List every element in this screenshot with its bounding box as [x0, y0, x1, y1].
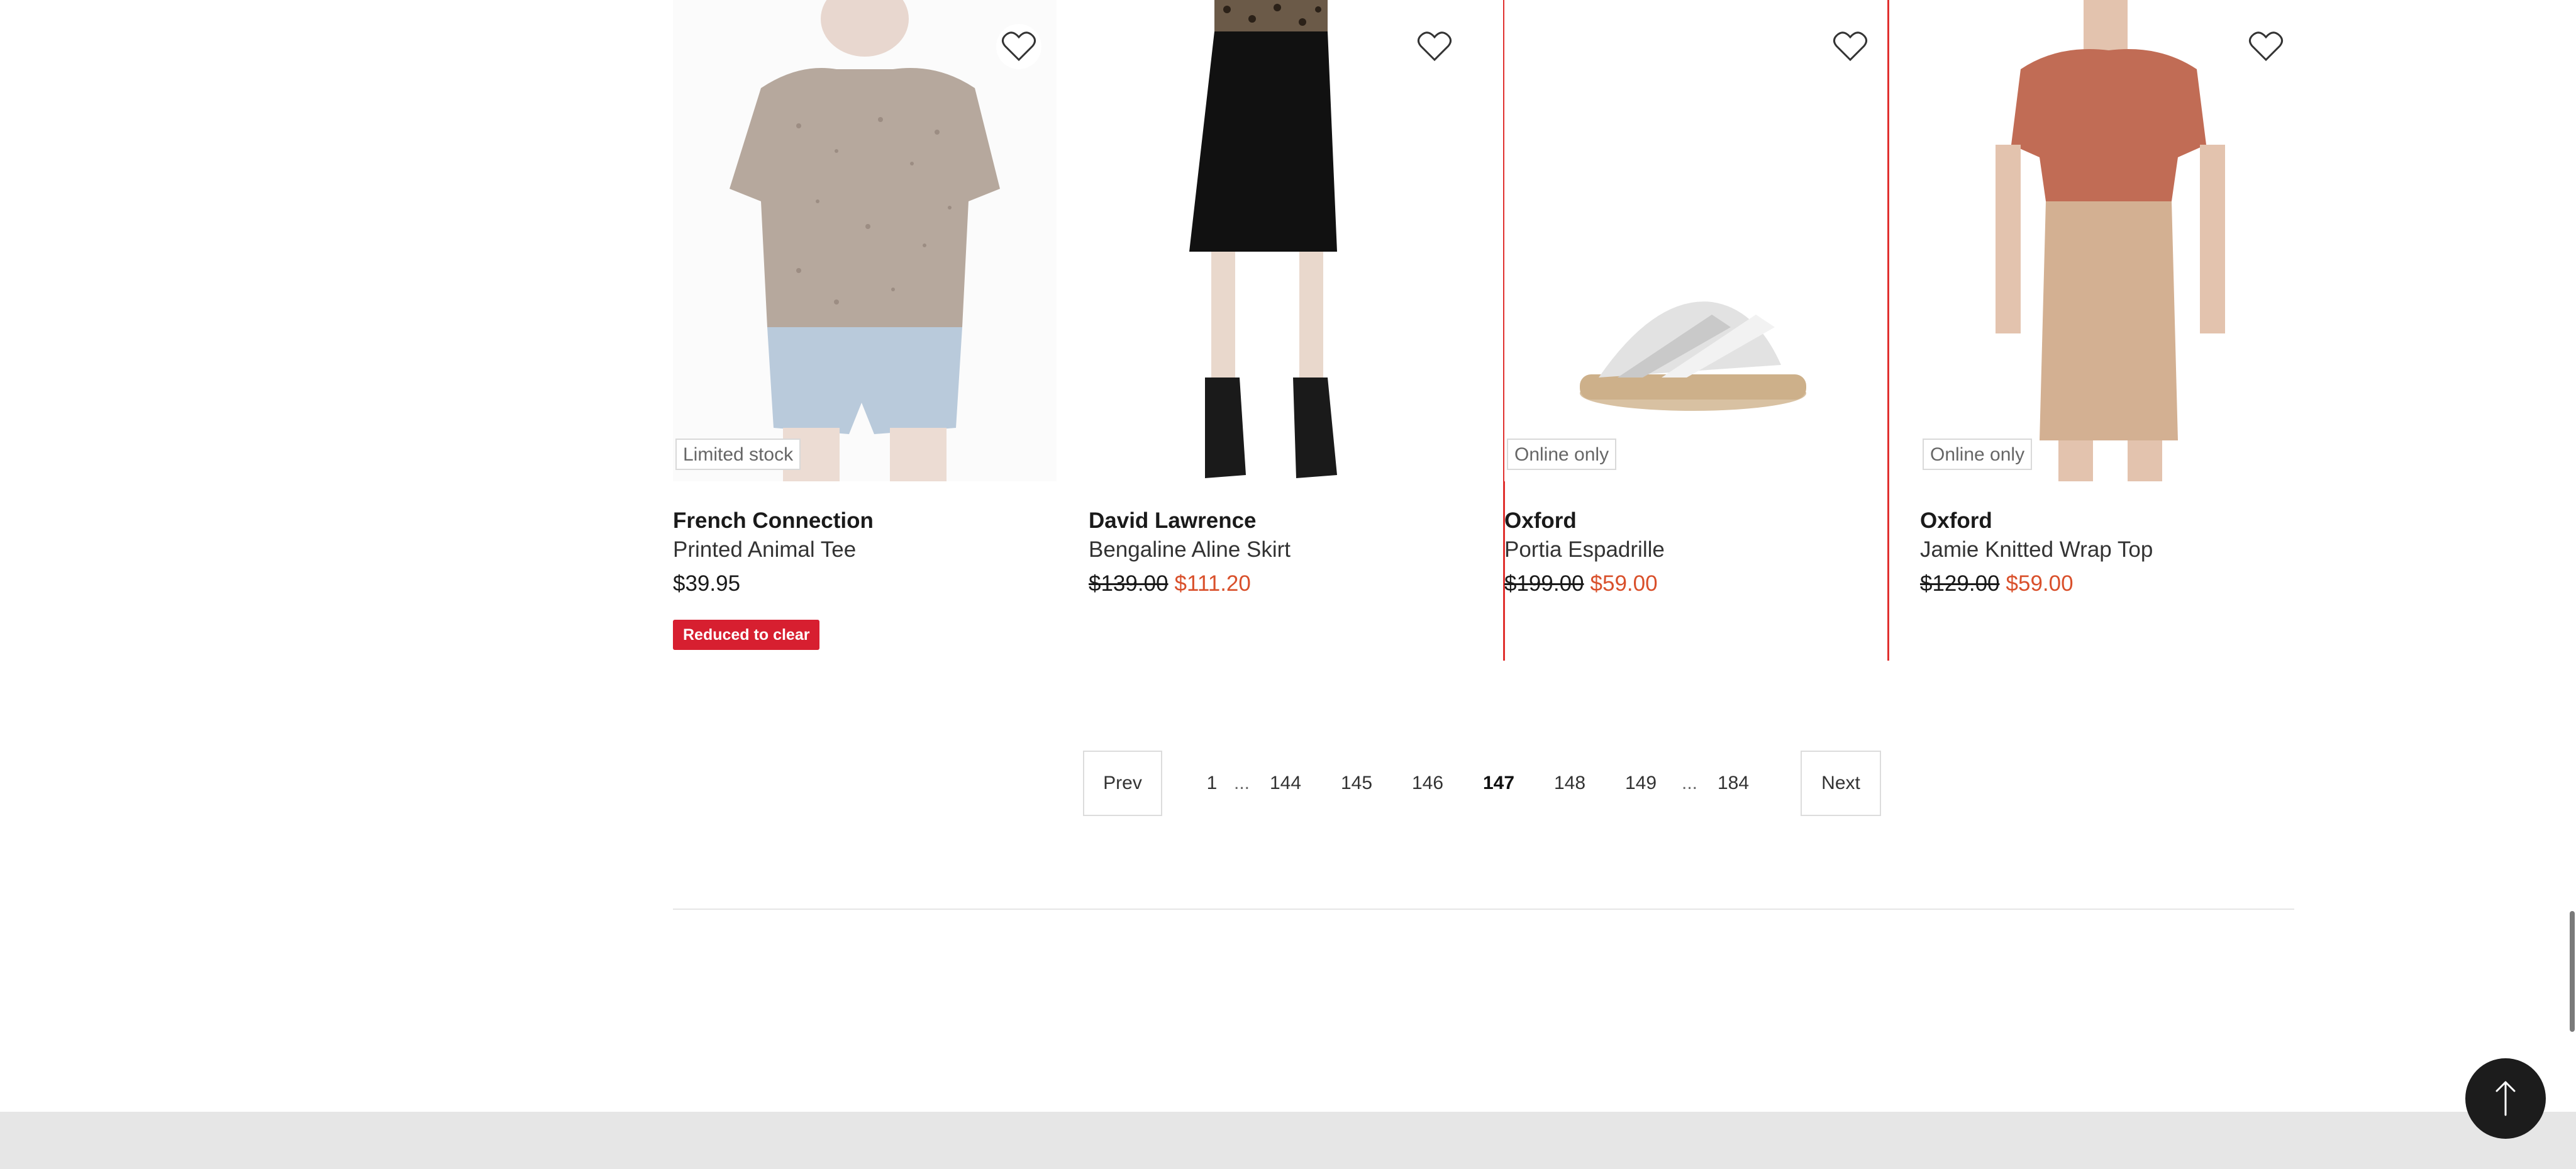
price-now: $111.20	[1174, 571, 1251, 596]
heart-icon	[1833, 31, 1867, 62]
product-name[interactable]: Printed Animal Tee	[673, 537, 856, 562]
product-brand[interactable]: Oxford	[1504, 508, 1577, 534]
price-was: $199.00	[1504, 571, 1584, 596]
page-link[interactable]: 184	[1714, 751, 1752, 816]
scrollbar[interactable]	[2567, 911, 2576, 1032]
product-price: $139.00 $111.20	[1089, 571, 1251, 596]
page-ellipsis: ...	[1234, 773, 1250, 793]
back-to-top-button[interactable]	[2465, 1058, 2546, 1139]
wishlist-button[interactable]	[1412, 24, 1457, 69]
product-image[interactable]: Online only	[1920, 0, 2304, 481]
skirt-model-image	[1089, 0, 1472, 481]
product-name[interactable]: Portia Espadrille	[1504, 537, 1665, 562]
scrollbar-thumb[interactable]	[2570, 911, 2575, 1032]
wrap-top-model-image	[1920, 0, 2304, 481]
price-regular: $39.95	[673, 571, 741, 596]
product-card[interactable]: Online only Oxford Portia Espadrille $19…	[1503, 0, 1889, 661]
page-link[interactable]: 1	[1202, 751, 1221, 816]
page-link-current[interactable]: 147	[1480, 751, 1518, 816]
page-link[interactable]: 149	[1622, 751, 1660, 816]
product-image[interactable]: Online only	[1504, 0, 1888, 481]
price-was: $129.00	[1920, 571, 2000, 596]
product-brand[interactable]: French Connection	[673, 508, 874, 534]
page-link[interactable]: 148	[1551, 751, 1589, 816]
price-now: $59.00	[2006, 571, 2074, 596]
product-name[interactable]: Bengaline Aline Skirt	[1089, 537, 1291, 562]
product-name[interactable]: Jamie Knitted Wrap Top	[1920, 537, 2153, 562]
tshirt-model-image	[673, 0, 1057, 481]
product-price: $199.00 $59.00	[1504, 571, 1658, 596]
product-card[interactable]: David Lawrence Bengaline Aline Skirt $13…	[1089, 0, 1472, 661]
wishlist-button[interactable]	[996, 24, 1041, 69]
online-only-badge: Online only	[1507, 439, 1617, 470]
product-brand[interactable]: Oxford	[1920, 508, 1992, 534]
product-price: $39.95	[673, 571, 740, 596]
product-price: $129.00 $59.00	[1920, 571, 2074, 596]
arrow-up-icon	[2496, 1081, 2516, 1116]
online-only-badge: Online only	[1923, 439, 2033, 470]
wishlist-button[interactable]	[2243, 24, 2289, 69]
promo-badge: Reduced to clear	[673, 620, 820, 650]
product-grid: Limited stock French Connection Printed …	[673, 0, 2304, 661]
price-now: $59.00	[1590, 571, 1658, 596]
wishlist-button[interactable]	[1828, 24, 1873, 69]
heart-icon	[1418, 31, 1452, 62]
heart-icon	[1002, 31, 1036, 62]
heart-icon	[2249, 31, 2283, 62]
page-ellipsis: ...	[1682, 773, 1698, 793]
sandal-image	[1504, 0, 1888, 481]
next-page-button[interactable]: Next	[1801, 751, 1881, 816]
section-divider	[673, 909, 2294, 910]
page-link[interactable]: 146	[1409, 751, 1446, 816]
page-link[interactable]: 144	[1267, 751, 1304, 816]
product-image[interactable]	[1089, 0, 1472, 481]
product-card[interactable]: Limited stock French Connection Printed …	[673, 0, 1057, 661]
price-was: $139.00	[1089, 571, 1169, 596]
product-brand[interactable]: David Lawrence	[1089, 508, 1257, 534]
footer	[0, 1112, 2576, 1169]
page-link[interactable]: 145	[1338, 751, 1375, 816]
prev-page-button[interactable]: Prev	[1083, 751, 1162, 816]
product-image[interactable]: Limited stock	[673, 0, 1057, 481]
product-card[interactable]: Online only Oxford Jamie Knitted Wrap To…	[1920, 0, 2304, 661]
stock-badge: Limited stock	[675, 439, 801, 470]
